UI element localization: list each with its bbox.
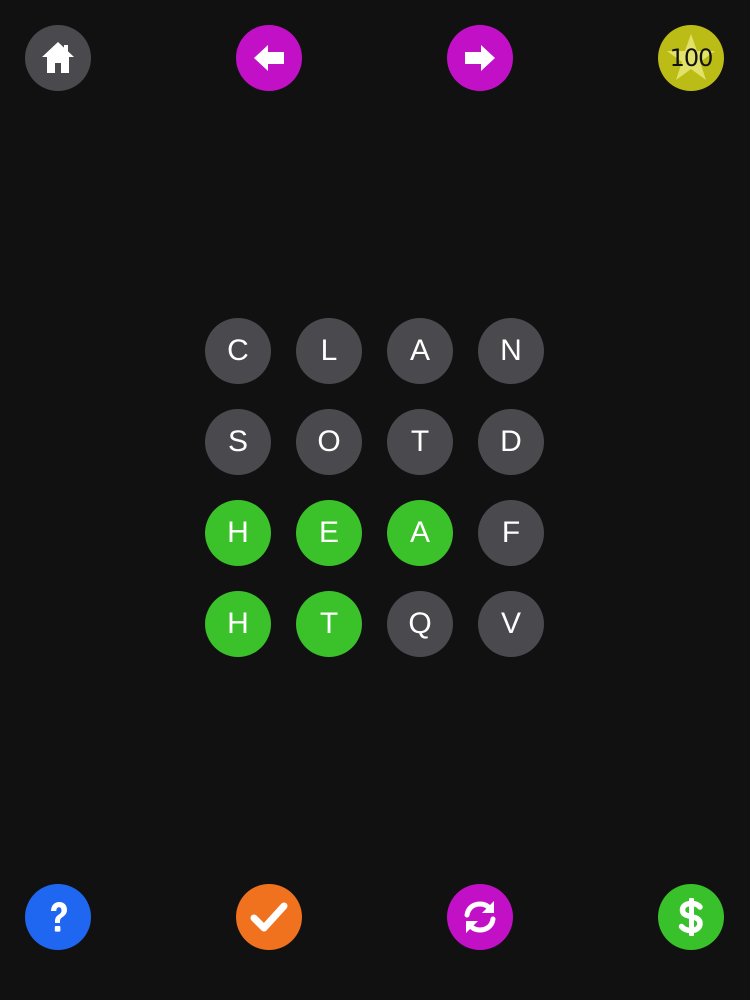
score-value: 100 bbox=[669, 44, 714, 72]
letter-tile[interactable]: Q bbox=[387, 591, 453, 657]
letter-tile[interactable]: D bbox=[478, 409, 544, 475]
home-button[interactable] bbox=[25, 25, 91, 91]
letter-tile[interactable]: V bbox=[478, 591, 544, 657]
letter-tile[interactable]: A bbox=[387, 500, 453, 566]
refresh-icon bbox=[464, 901, 496, 933]
shop-button[interactable] bbox=[658, 884, 724, 950]
home-icon bbox=[42, 42, 74, 73]
letter-tile[interactable]: E bbox=[296, 500, 362, 566]
letter-tile[interactable]: L bbox=[296, 318, 362, 384]
shuffle-button[interactable] bbox=[447, 884, 513, 950]
letter-tile[interactable]: H bbox=[205, 500, 271, 566]
letter-tile[interactable]: S bbox=[205, 409, 271, 475]
letter-tile[interactable]: T bbox=[296, 591, 362, 657]
previous-button[interactable] bbox=[236, 25, 302, 91]
help-button[interactable] bbox=[25, 884, 91, 950]
next-button[interactable] bbox=[447, 25, 513, 91]
arrow-left-icon bbox=[254, 45, 284, 71]
arrow-right-icon bbox=[465, 45, 495, 71]
checkmark-icon bbox=[250, 902, 288, 932]
letter-grid: CLANSOTDHEAFHTQV bbox=[205, 318, 545, 658]
letter-tile[interactable]: H bbox=[205, 591, 271, 657]
letter-tile[interactable]: A bbox=[387, 318, 453, 384]
score-badge: 100 bbox=[658, 25, 724, 91]
letter-tile[interactable]: T bbox=[387, 409, 453, 475]
question-icon bbox=[51, 902, 67, 932]
submit-button[interactable] bbox=[236, 884, 302, 950]
letter-tile[interactable]: F bbox=[478, 500, 544, 566]
letter-tile[interactable]: C bbox=[205, 318, 271, 384]
letter-tile[interactable]: N bbox=[478, 318, 544, 384]
letter-tile[interactable]: O bbox=[296, 409, 362, 475]
dollar-icon bbox=[678, 898, 703, 936]
